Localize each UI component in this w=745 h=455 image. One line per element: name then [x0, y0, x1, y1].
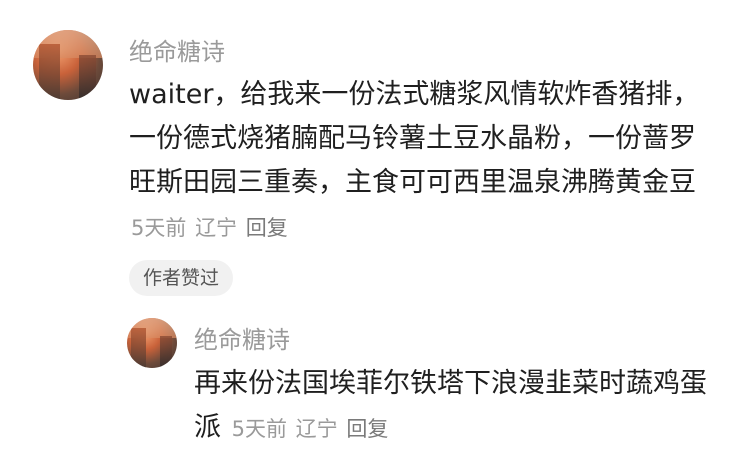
- reply-button[interactable]: 回复: [246, 216, 288, 240]
- comment-text: waiter，给我来一份法式糖浆风情软炸香猪排，一份德式烧猪腩配马铃薯土豆水晶粉…: [129, 79, 700, 198]
- comment-time: 5天前: [131, 216, 187, 240]
- reply-location: 辽宁: [295, 417, 338, 441]
- comment-body: waiter，给我来一份法式糖浆风情软炸香猪排，一份德式烧猪腩配马铃薯土豆水晶粉…: [129, 73, 709, 250]
- comment-username[interactable]: 绝命糖诗: [129, 32, 225, 67]
- reply-username[interactable]: 绝命糖诗: [194, 320, 290, 355]
- author-liked-badge: 作者赞过: [129, 260, 234, 296]
- reply-body: 再来份法国埃菲尔铁塔下浪漫韭菜时蔬鸡蛋派 5天前 辽宁 回复: [194, 362, 714, 451]
- reply-meta: 5天前 辽宁 回复: [230, 417, 389, 441]
- reply-reply-button[interactable]: 回复: [346, 417, 388, 441]
- comment-meta: 5天前 辽宁 回复: [129, 216, 288, 240]
- comment-location: 辽宁: [195, 216, 238, 240]
- avatar[interactable]: [33, 30, 103, 100]
- reply-time: 5天前: [231, 417, 287, 441]
- reply-avatar[interactable]: [127, 318, 177, 368]
